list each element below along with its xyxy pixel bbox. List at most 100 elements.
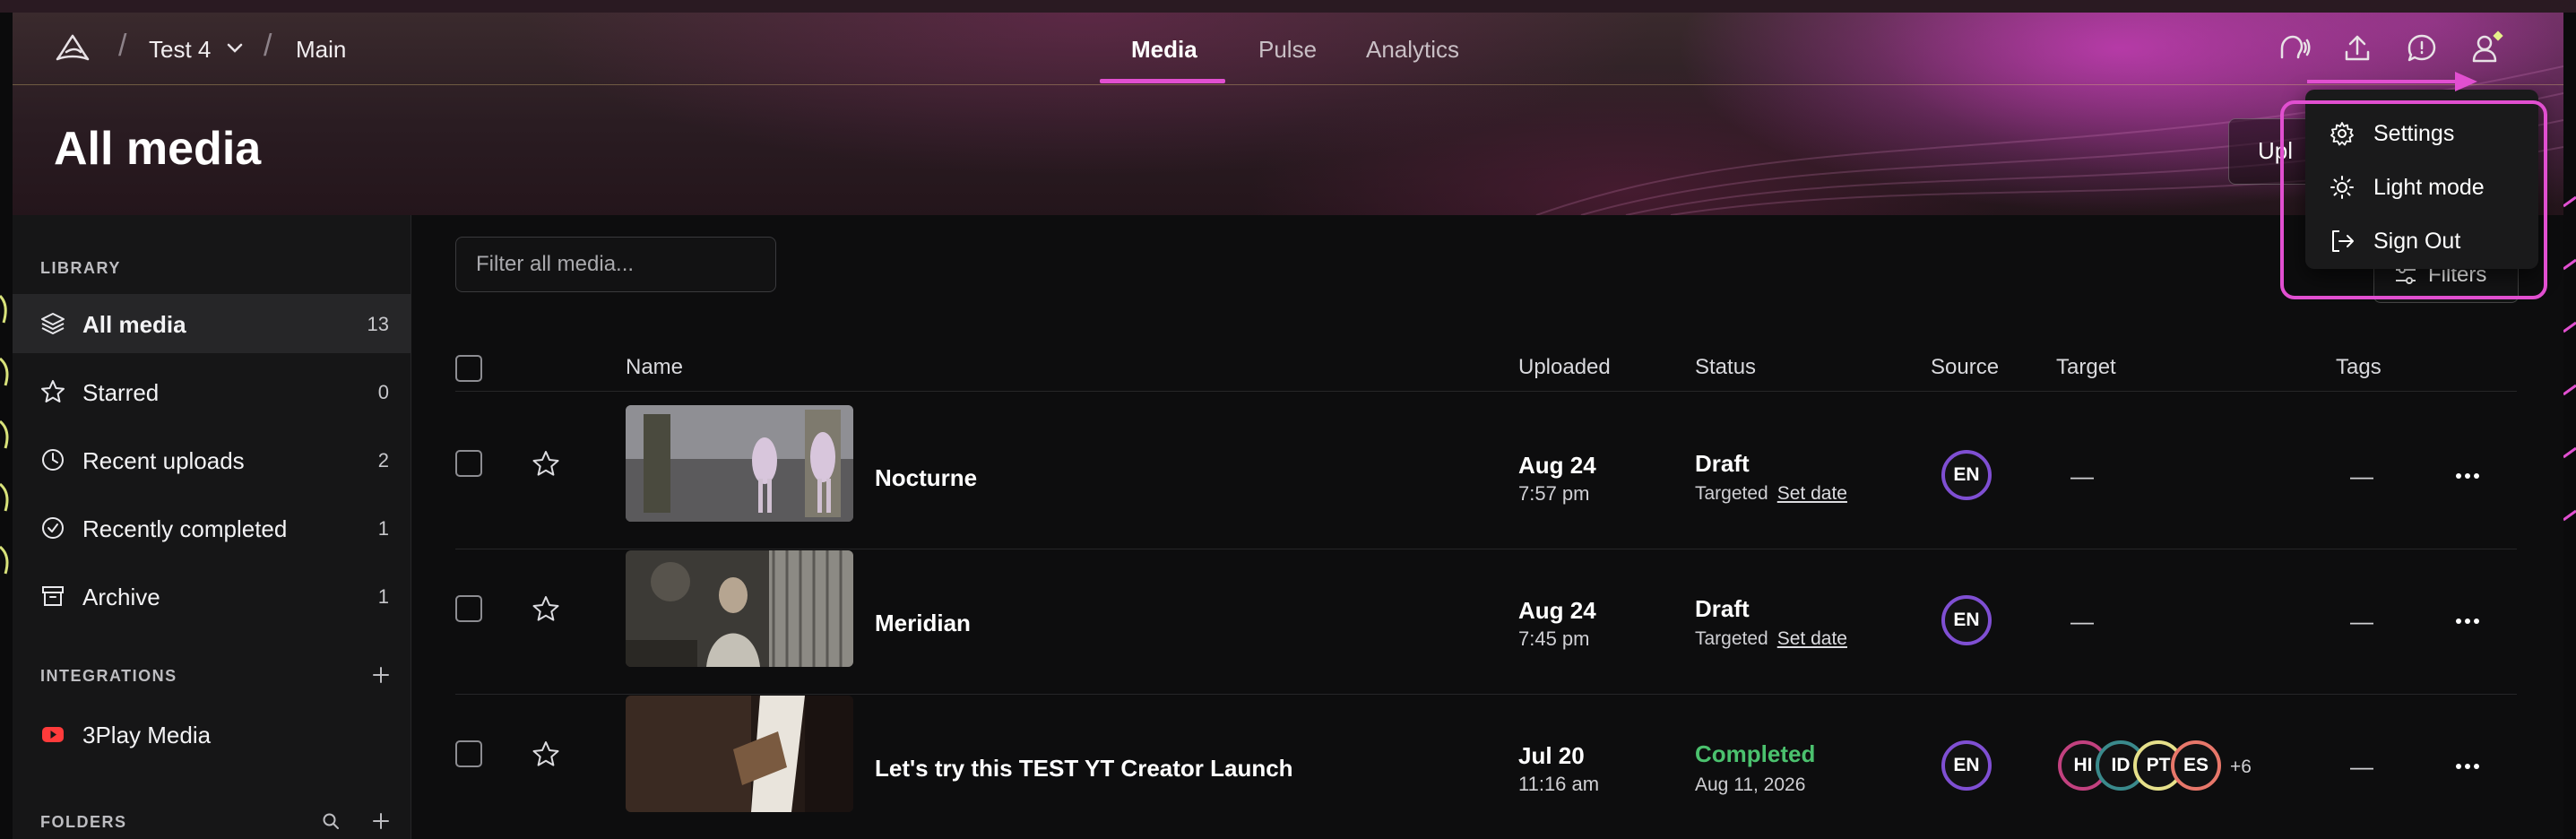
folders-heading: FOLDERS [40, 813, 127, 831]
target-language-badge: ES [2171, 740, 2221, 791]
sidebar-item-count: 0 [377, 381, 389, 403]
sidebar-item-starred[interactable]: Starred 0 [13, 362, 411, 421]
column-header-tags[interactable]: Tags [2336, 355, 2382, 380]
source-language-badge: EN [1941, 450, 1992, 500]
upload-time: 7:45 pm [1518, 627, 1590, 650]
youtube-icon [42, 727, 64, 742]
status-targeted: Targeted [1695, 628, 1768, 649]
column-header-status[interactable]: Status [1695, 355, 1756, 380]
more-options-icon[interactable] [2454, 608, 2481, 635]
upload-date: Aug 24 [1518, 452, 1596, 479]
breadcrumb-separator: / [118, 29, 127, 63]
upload-date: Aug 24 [1518, 597, 1596, 624]
column-header-uploaded[interactable]: Uploaded [1518, 355, 1611, 380]
upload-icon[interactable] [2339, 30, 2375, 66]
active-tab-indicator [1100, 79, 1225, 83]
annotation-arrow-icon [2307, 72, 2477, 91]
layers-icon [41, 313, 65, 334]
media-thumbnail[interactable] [626, 696, 853, 812]
media-name[interactable]: Nocturne [875, 464, 977, 492]
tab-pulse[interactable]: Pulse [1258, 36, 1317, 64]
media-thumbnail[interactable] [626, 405, 853, 522]
sidebar-item-label: Recent uploads [82, 447, 245, 474]
status-detail: Targeted Set date [1695, 483, 1847, 505]
sidebar-item-all-media[interactable]: All media 13 [13, 294, 411, 353]
row-checkbox[interactable] [455, 740, 482, 767]
tab-analytics[interactable]: Analytics [1366, 36, 1459, 64]
column-header-name[interactable]: Name [626, 355, 683, 380]
annotation-highlight-box [2280, 100, 2547, 299]
status-detail: Targeted Set date [1695, 628, 1847, 650]
app-window: / Test 4 / Main Media Pulse Analytics Al… [13, 13, 2563, 839]
sidebar-item-recently-completed[interactable]: Recently completed 1 [13, 498, 411, 558]
sidebar-item-count: 1 [377, 517, 389, 540]
tab-media[interactable]: Media [1131, 36, 1197, 64]
integrations-heading: INTEGRATIONS [40, 667, 177, 685]
source-language-badge: EN [1941, 740, 1992, 791]
status-badge: Completed [1695, 740, 1816, 767]
media-name[interactable]: Meridian [875, 610, 971, 637]
sidebar-item-archive[interactable]: Archive 1 [13, 567, 411, 626]
add-folder-icon[interactable] [371, 811, 391, 831]
status-badge: Draft [1695, 595, 1750, 622]
select-all-checkbox[interactable] [455, 355, 482, 382]
breadcrumb-project[interactable]: Test 4 [149, 36, 211, 64]
search-folders-icon[interactable] [321, 811, 341, 831]
tags-empty: — [2350, 753, 2373, 780]
more-options-icon[interactable] [2454, 753, 2481, 780]
star-icon[interactable] [531, 593, 561, 624]
source-language-badge: EN [1941, 595, 1992, 645]
status-badge: Draft [1695, 450, 1750, 477]
archive-icon [42, 586, 64, 606]
sidebar-item-recent-uploads[interactable]: Recent uploads 2 [13, 430, 411, 489]
chevron-down-icon[interactable] [226, 41, 244, 56]
upload-date: Jul 20 [1518, 742, 1585, 769]
target-empty: — [2070, 463, 2094, 489]
audio-headphones-icon[interactable] [2275, 30, 2311, 66]
divider [455, 694, 2517, 695]
row-checkbox[interactable] [455, 595, 482, 622]
sidebar-item-label: All media [82, 311, 186, 338]
sidebar-item-label: Starred [82, 379, 160, 406]
more-targets-count[interactable]: +6 [2230, 757, 2252, 778]
top-navigation-bar: / Test 4 / Main Media Pulse Analytics [13, 13, 2563, 85]
tags-empty: — [2350, 463, 2373, 489]
tags-empty: — [2350, 608, 2373, 635]
sidebar-item-count: 1 [377, 585, 389, 608]
sidebar-item-label: Archive [82, 584, 160, 610]
breadcrumb-separator: / [264, 29, 272, 63]
sidebar-item-label: Recently completed [82, 515, 288, 542]
upload-time: 11:16 am [1518, 773, 1600, 795]
sidebar-item-3play-media[interactable]: 3Play Media [13, 705, 411, 764]
media-name[interactable]: Let's try this TEST YT Creator Launch [875, 755, 1293, 783]
star-icon[interactable] [531, 739, 561, 769]
star-icon [41, 380, 65, 402]
target-empty: — [2070, 608, 2094, 635]
clock-icon [42, 449, 64, 471]
filter-media-input[interactable] [455, 237, 776, 292]
user-account-icon[interactable] [2468, 30, 2504, 66]
add-integration-icon[interactable] [371, 665, 391, 685]
sidebar-item-label: 3Play Media [82, 722, 212, 748]
upload-time: 7:57 pm [1518, 482, 1590, 505]
set-date-link[interactable]: Set date [1777, 483, 1847, 504]
star-icon[interactable] [531, 448, 561, 479]
chat-bubble-icon[interactable] [2404, 30, 2440, 66]
library-heading: LIBRARY [40, 259, 121, 277]
divider [455, 391, 2517, 392]
set-date-link[interactable]: Set date [1777, 628, 1847, 649]
page-title: All media [54, 123, 262, 175]
more-options-icon[interactable] [2454, 463, 2481, 489]
completed-date: Aug 11, 2026 [1695, 774, 1806, 795]
sidebar-item-count: 2 [377, 449, 389, 471]
media-thumbnail[interactable] [626, 550, 853, 667]
status-targeted: Targeted [1695, 483, 1768, 504]
column-header-source[interactable]: Source [1931, 355, 1999, 380]
breadcrumb-workspace[interactable]: Main [296, 36, 346, 64]
check-circle-icon [42, 517, 64, 539]
sidebar: LIBRARY All media 13 Starred 0 Recent up… [13, 215, 411, 839]
row-checkbox[interactable] [455, 450, 482, 477]
app-logo-icon[interactable] [54, 32, 91, 65]
column-header-target[interactable]: Target [2056, 355, 2116, 380]
sidebar-item-count: 13 [367, 313, 389, 335]
